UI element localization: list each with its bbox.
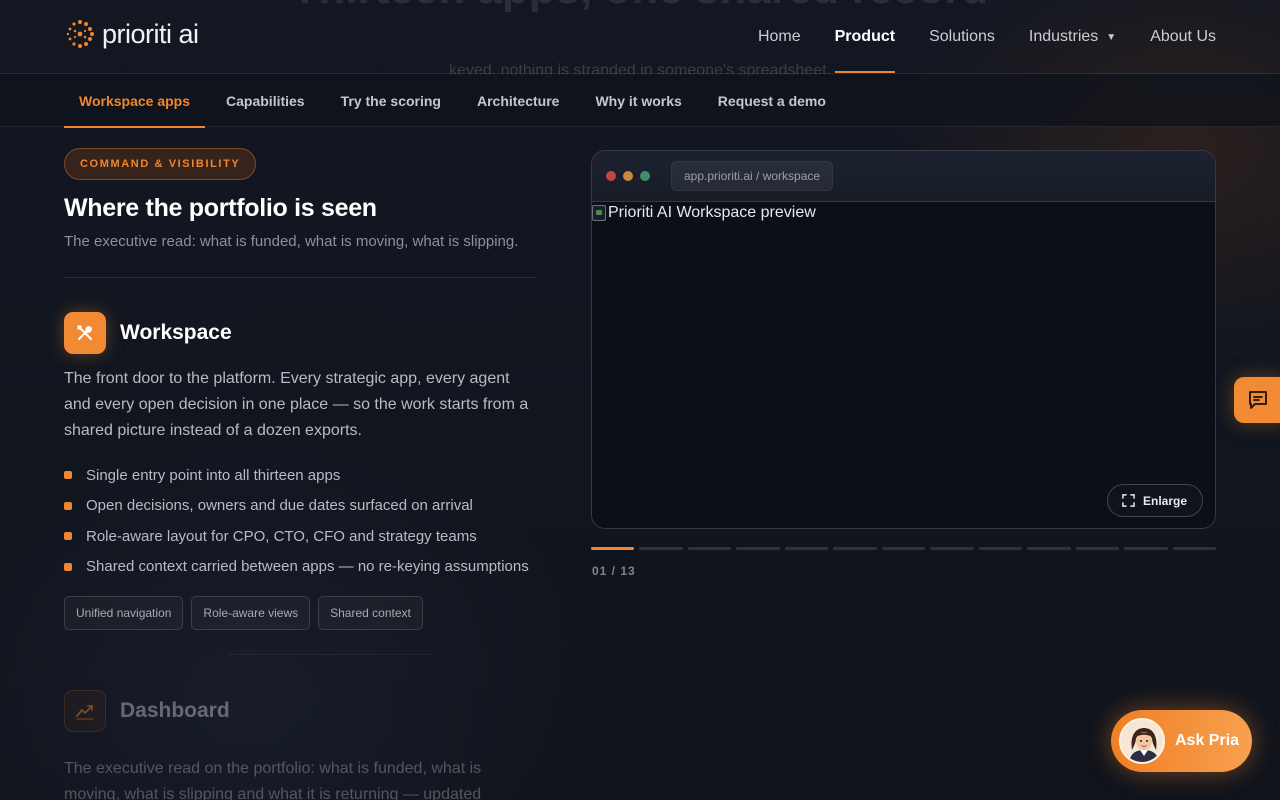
- trend-chart-icon: [64, 690, 106, 732]
- ask-pria-label: Ask Pria: [1175, 732, 1240, 749]
- enlarge-label: Enlarge: [1142, 493, 1187, 508]
- window-close-dot-icon: [606, 171, 616, 181]
- list-item: Single entry point into all thirteen app…: [64, 460, 536, 491]
- carousel-segment[interactable]: [1124, 547, 1168, 550]
- section-subtitle: The executive read: what is funded, what…: [64, 233, 519, 250]
- window-maximize-dot-icon: [640, 171, 650, 181]
- feature-text: Role-aware layout for CPO, CTO, CFO and …: [86, 527, 477, 545]
- tag: Shared context: [318, 596, 423, 630]
- carousel-segment[interactable]: [784, 547, 829, 550]
- next-app-block: Dashboard The executive read on the port…: [64, 690, 536, 800]
- preview-image: Prioriti AI Workspace preview: [592, 204, 816, 222]
- feature-text: Open decisions, owners and due dates sur…: [86, 497, 473, 515]
- nav-product-label: Product: [834, 28, 896, 45]
- workspace-preview-window: app.prioriti.ai / workspace Prioriti AI …: [591, 150, 1216, 529]
- bullet-icon: [64, 562, 72, 571]
- top-navigation-bar: prioriti ai Home Product Solutions Indus…: [0, 0, 1280, 74]
- nav-about-us-label: About Us: [1150, 28, 1216, 45]
- carousel-segment[interactable]: [591, 547, 635, 550]
- caret-down-icon: ▼: [1106, 31, 1117, 43]
- carousel-segment[interactable]: [881, 547, 926, 550]
- bullet-icon: [64, 471, 72, 480]
- image-alt-text: Prioriti AI Workspace preview: [608, 204, 816, 221]
- category-badge: COMMAND & VISIBILITY: [64, 148, 257, 180]
- carousel-progress: [591, 547, 1217, 550]
- nav-solutions[interactable]: Solutions: [929, 0, 995, 74]
- list-item: Shared context carried between apps — no…: [64, 552, 536, 583]
- next-app-title: Dashboard: [120, 699, 230, 722]
- tools-icon: [64, 312, 106, 354]
- carousel-segment[interactable]: [978, 547, 1023, 550]
- logo-text: prioriti ai: [102, 18, 199, 49]
- logo-mark-icon: [66, 20, 94, 48]
- carousel-segment[interactable]: [639, 547, 683, 550]
- app-separator: [228, 654, 434, 655]
- app-header: Workspace: [64, 312, 536, 354]
- list-item: Open decisions, owners and due dates sur…: [64, 491, 536, 522]
- nav-industries[interactable]: Industries ▼: [1029, 0, 1116, 74]
- chat-button[interactable]: [1234, 377, 1280, 423]
- expand-icon: [1122, 494, 1135, 507]
- app-title: Workspace: [120, 321, 232, 344]
- next-app-header: Dashboard: [64, 690, 536, 732]
- subnav-request-a-demo[interactable]: Request a demo: [703, 74, 841, 127]
- window-titlebar: app.prioriti.ai / workspace: [592, 151, 1215, 202]
- preview-image-area[interactable]: Prioriti AI Workspace preview Enlarge: [592, 202, 1215, 528]
- app-details-column: COMMAND & VISIBILITY Where the portfolio…: [64, 148, 536, 630]
- carousel-segment[interactable]: [736, 547, 780, 550]
- subnav-workspace-apps[interactable]: Workspace apps: [64, 74, 206, 128]
- slide-counter: 01 / 13: [592, 564, 636, 578]
- bullet-icon: [64, 501, 72, 510]
- nav-home-label: Home: [757, 28, 801, 45]
- ask-pria-button[interactable]: Ask Pria: [1111, 710, 1252, 772]
- feature-list: Single entry point into all thirteen app…: [64, 460, 536, 582]
- nav-product[interactable]: Product: [834, 0, 896, 74]
- tag-list: Unified navigation Role-aware views Shar…: [64, 596, 536, 630]
- carousel-segment[interactable]: [1075, 547, 1120, 550]
- carousel-segment[interactable]: [833, 547, 877, 550]
- next-app-description: The executive read on the portfolio: wha…: [64, 760, 482, 800]
- carousel-segment[interactable]: [930, 547, 974, 550]
- avatar: [1119, 718, 1165, 764]
- nav-home[interactable]: Home: [758, 0, 801, 74]
- section-title: Where the portfolio is seen: [64, 194, 377, 222]
- main-nav: Home Product Solutions Industries ▼ About…: [758, 0, 1216, 74]
- nav-about-us[interactable]: About Us: [1150, 0, 1216, 74]
- section-divider: [64, 277, 536, 278]
- bullet-icon: [64, 532, 72, 541]
- section-subnav: Workspace apps Capabilities Try the scor…: [0, 74, 1280, 128]
- subnav-architecture[interactable]: Architecture: [462, 74, 574, 127]
- broken-image-icon: [592, 205, 606, 221]
- subnav-capabilities[interactable]: Capabilities: [211, 74, 320, 127]
- tag: Unified navigation: [64, 596, 184, 630]
- enlarge-button[interactable]: Enlarge: [1106, 484, 1203, 517]
- tag: Role-aware views: [191, 596, 311, 630]
- url-bar: app.prioriti.ai / workspace: [671, 161, 834, 191]
- nav-industries-label: Industries: [1028, 28, 1099, 45]
- logo[interactable]: prioriti ai: [64, 18, 199, 50]
- carousel-segment[interactable]: [687, 547, 732, 550]
- app-description: The front door to the platform. Every st…: [64, 370, 529, 439]
- window-minimize-dot-icon: [623, 171, 633, 181]
- list-item: Role-aware layout for CPO, CTO, CFO and …: [64, 521, 536, 552]
- subnav-why-it-works[interactable]: Why it works: [580, 74, 696, 127]
- carousel-segment[interactable]: [1027, 547, 1071, 550]
- subnav-try-the-scoring[interactable]: Try the scoring: [326, 74, 456, 127]
- chat-bubble-icon: [1249, 391, 1267, 409]
- nav-solutions-label: Solutions: [929, 28, 995, 45]
- feature-text: Single entry point into all thirteen app…: [86, 466, 341, 484]
- carousel-segment[interactable]: [1172, 547, 1217, 550]
- feature-text: Shared context carried between apps — no…: [86, 558, 529, 576]
